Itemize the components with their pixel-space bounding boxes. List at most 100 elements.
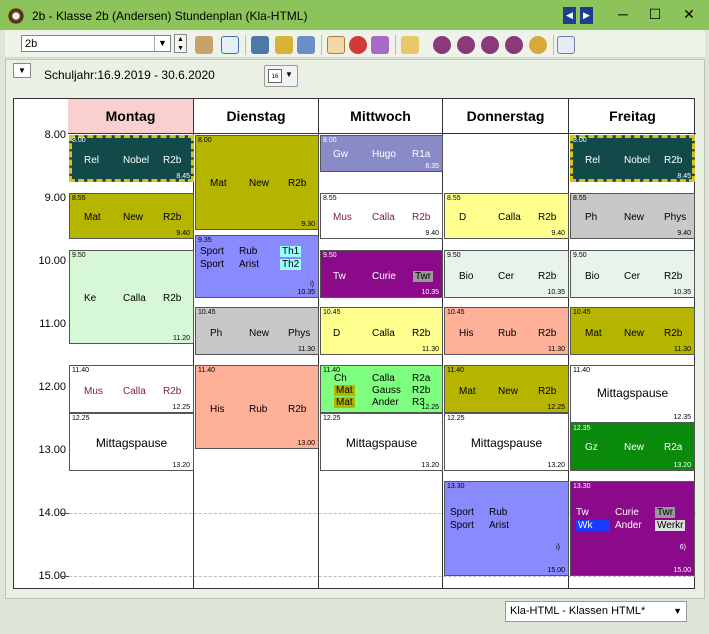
list-format-icon[interactable]: [557, 36, 575, 54]
chevron-down-icon[interactable]: ▼: [154, 36, 170, 51]
lesson-room: R2b: [412, 328, 431, 339]
day-header-wednesday[interactable]: Mittwoch: [319, 99, 443, 134]
lesson-teacher: Calla: [498, 212, 521, 223]
teachers-icon[interactable]: [195, 36, 213, 54]
lesson-block[interactable]: 8.00 Rel Nobel R2b 8.45: [69, 135, 194, 182]
class-spinner[interactable]: ▲ ▼: [174, 34, 187, 53]
break-block[interactable]: 12.25 Mittagspause 13.20: [444, 413, 569, 471]
lesson-block[interactable]: 10.45 His Rub R2b 11.30: [444, 307, 569, 355]
app-icon: [8, 8, 24, 24]
lesson-block[interactable]: 10.45 D Calla R2b 11.30: [320, 307, 443, 355]
lesson-room: R2b: [538, 212, 557, 223]
view-select-value: Kla-HTML - Klassen HTML*: [510, 605, 646, 617]
lesson-block[interactable]: 8.55 Mus Calla R2b 9.40: [320, 193, 443, 239]
options-dropdown[interactable]: ▼: [13, 63, 31, 78]
hour-label: 9.00: [44, 192, 66, 204]
break-block[interactable]: 11.40 Mittagspause 12.35: [570, 365, 695, 423]
lesson-start: 9.50: [72, 252, 86, 259]
people-icon[interactable]: [371, 36, 389, 54]
chevron-down-icon[interactable]: ▼: [673, 602, 682, 621]
lesson-block[interactable]: 12.35 Gz New R2a 13.20: [570, 423, 695, 471]
next-hour-icon[interactable]: [481, 36, 499, 54]
lesson-subject: His: [459, 328, 474, 339]
lesson-block[interactable]: 11.40 His Rub R2b 13.00: [195, 365, 319, 449]
day-header-thursday[interactable]: Donnerstag: [443, 99, 569, 134]
lock-icon[interactable]: [275, 36, 293, 54]
lesson-teacher: Hugo: [372, 149, 396, 160]
lesson-subject: Ch: [334, 373, 347, 384]
lesson-block[interactable]: 8.00 Mat New R2b 9.30: [195, 135, 319, 230]
lesson-end: 12.35: [673, 414, 691, 421]
minimize-button[interactable]: ─: [608, 4, 638, 26]
lesson-block[interactable]: 8.55 Mat New R2b 9.40: [69, 193, 194, 239]
day-header-friday[interactable]: Freitag: [569, 99, 696, 134]
lesson-block[interactable]: 8.55 D Calla R2b 9.40: [444, 193, 569, 239]
hour-label: 12.00: [38, 381, 66, 393]
prev-hour-icon[interactable]: [457, 36, 475, 54]
break-block[interactable]: 12.25 Mittagspause 13.20: [69, 413, 194, 471]
lesson-block[interactable]: 13.30 Sport Rub Sport Arist i) 15.00: [444, 481, 569, 576]
lesson-block[interactable]: 8.00 Gw Hugo R1a 8.35: [320, 135, 443, 172]
lesson-start: 11.40: [447, 367, 464, 374]
settings-dropdown-icon[interactable]: [401, 36, 419, 54]
lesson-start: 13.30: [573, 483, 591, 490]
nav-prev-button[interactable]: ◀: [563, 7, 576, 24]
lesson-end: 12.25: [547, 404, 565, 411]
lesson-subject: Mat: [585, 328, 602, 339]
day-header-monday[interactable]: Montag: [68, 99, 194, 134]
lesson-room: Twr: [413, 271, 434, 282]
next-lesson-icon[interactable]: [505, 36, 523, 54]
nav-next-button[interactable]: ▶: [580, 7, 593, 24]
lesson-end: 10.35: [421, 289, 439, 296]
lesson-subject: D: [459, 212, 467, 223]
lesson-block[interactable]: 11.40 Mat New R2b 12.25: [444, 365, 569, 413]
lesson-subject: Sport: [450, 520, 474, 531]
prev-lesson-icon[interactable]: [433, 36, 451, 54]
lesson-block[interactable]: 11.40 Ch Calla R2a Mat Gauss R2b Mat Ander R3 …: [320, 365, 443, 413]
lesson-start: 8.00: [323, 137, 337, 144]
break-label: Mittagspause: [470, 436, 543, 450]
lesson-block[interactable]: 9.50 Bio Cer R2b 10.35: [444, 250, 569, 298]
maximize-button[interactable]: ☐: [640, 4, 670, 26]
move-icon[interactable]: [221, 36, 239, 54]
day-header-tuesday[interactable]: Dienstag: [194, 99, 319, 134]
lesson-block[interactable]: 8.55 Ph New Phys 9.40: [570, 193, 695, 239]
lesson-block[interactable]: 13.30 Tw Curie Twr Wk Ander Werkr 6) 15.00: [570, 481, 695, 576]
pin-icon[interactable]: [349, 36, 367, 54]
break-label: Mittagspause: [95, 436, 168, 450]
lesson-start: 8.00: [72, 137, 86, 144]
view-select[interactable]: Kla-HTML - Klassen HTML* ▼: [505, 601, 687, 622]
lesson-block[interactable]: 10.45 Mat New R2b 11.30: [570, 307, 695, 355]
lesson-room: R2b: [412, 385, 431, 396]
lesson-subject: Sport: [200, 246, 224, 257]
calendar-button[interactable]: 16 ▼: [264, 65, 298, 87]
close-button[interactable]: ✕: [674, 4, 704, 26]
lesson-subject: D: [333, 328, 341, 339]
lesson-teacher: Nobel: [123, 155, 150, 166]
lesson-note: i): [556, 544, 560, 551]
lesson-teacher: Calla: [372, 212, 395, 223]
class-select[interactable]: 2b ▼: [21, 35, 171, 52]
lesson-block[interactable]: 9.35 Sport Rub Th1 Sport Arist Th2 i) 10.35: [195, 235, 319, 298]
gear-icon[interactable]: [529, 36, 547, 54]
timetable-header: ▼ Schuljahr:16.9.2019 - 30.6.2020 16 ▼: [6, 60, 706, 92]
break-label: Mittagspause: [596, 386, 669, 400]
break-block[interactable]: 12.25 Mittagspause 13.20: [320, 413, 443, 471]
lesson-block[interactable]: 8.00 Rel Nobel R2b 8.45: [570, 135, 695, 182]
lesson-teacher: Rub: [489, 507, 508, 518]
lesson-block[interactable]: 9.50 Ke Calla R2b 11.20: [69, 250, 194, 344]
lesson-start: 10.45: [573, 309, 591, 316]
export-icon[interactable]: [251, 36, 269, 54]
undo-icon[interactable]: [297, 36, 315, 54]
edit-icon[interactable]: [327, 36, 345, 54]
lesson-end: 9.40: [551, 230, 565, 237]
lesson-block[interactable]: 9.50 Tw Curie Twr 10.35: [320, 250, 443, 298]
lesson-block[interactable]: 11.40 Mus Calla R2b 12.25: [69, 365, 194, 413]
lesson-teacher: New: [624, 328, 645, 339]
lesson-end: 12.25: [421, 404, 439, 411]
lesson-room: R2b: [664, 155, 683, 166]
lesson-teacher: Curie: [372, 271, 396, 282]
lesson-block[interactable]: 9.50 Bio Cer R2b 10.35: [570, 250, 695, 298]
lesson-subject: Mat: [210, 178, 227, 189]
lesson-block[interactable]: 10.45 Ph New Phys 11.30: [195, 307, 319, 355]
